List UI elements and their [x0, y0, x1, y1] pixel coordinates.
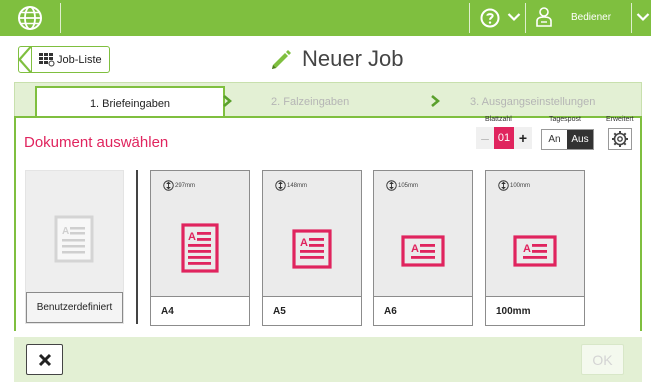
decrement-button[interactable]: –: [476, 127, 494, 149]
custom-document-label: Benutzerdefiniert: [36, 302, 113, 313]
chevron-right-icon: [223, 95, 232, 107]
back-arrow-icon: [18, 46, 32, 73]
tab-briefeingaben[interactable]: 1. Briefeingaben: [35, 86, 225, 118]
sheet-count-value: 01: [494, 127, 514, 149]
dimension-label: 100mm: [510, 183, 531, 189]
height-dimension-icon: [163, 180, 174, 191]
document-icon: A: [401, 235, 445, 267]
user-icon[interactable]: [535, 6, 553, 28]
svg-text:A: A: [411, 243, 419, 255]
tab-ausgangseinstellungen[interactable]: 3. Ausgangseinstellungen: [470, 96, 595, 108]
top-bar-divider: [60, 3, 61, 33]
sheet-count-stepper: – 01 +: [476, 127, 532, 149]
document-label: A6: [384, 306, 397, 317]
chevron-right-icon: [431, 95, 440, 107]
cancel-button[interactable]: [26, 344, 63, 375]
job-list-back-button[interactable]: Job-Liste: [18, 46, 110, 73]
chevron-down-icon[interactable]: [636, 12, 650, 22]
page-title: Neuer Job: [302, 46, 404, 71]
document-label: A4: [161, 306, 174, 317]
document-card-a4[interactable]: 297mm A A4: [150, 170, 250, 326]
document-label: 100mm: [496, 306, 531, 317]
sheet-count-label: Blattzahl: [485, 116, 512, 123]
dimension-label: 297mm: [175, 183, 196, 189]
steps-bar: 1. Briefeingaben 2. Falzeingaben 3. Ausg…: [14, 82, 642, 118]
document-label-box: 100mm: [485, 296, 585, 326]
tab-label: 1. Briefeingaben: [89, 98, 171, 110]
document-card-100mm[interactable]: 100mm A 100mm: [485, 170, 585, 326]
ok-button-label: OK: [592, 352, 613, 368]
height-dimension-icon: [275, 180, 286, 191]
increment-button[interactable]: +: [514, 127, 532, 149]
daily-mail-on-option[interactable]: An: [542, 130, 567, 149]
daily-mail-label: Tagespost: [549, 116, 581, 123]
daily-mail-off-option[interactable]: Aus: [567, 130, 593, 149]
svg-text:A: A: [188, 231, 196, 243]
document-icon: A: [513, 235, 557, 267]
dimension-label: 105mm: [398, 183, 419, 189]
top-bar: Bediener: [0, 0, 651, 36]
ok-button[interactable]: OK: [581, 344, 624, 375]
document-label-box: A4: [150, 296, 250, 326]
document-label-box: A5: [262, 296, 362, 326]
svg-text:A: A: [62, 226, 69, 237]
document-icon: A: [292, 229, 332, 269]
job-list-icon: [39, 53, 55, 67]
document-card-a6[interactable]: 105mm A A6: [373, 170, 473, 326]
daily-mail-toggle: An Aus: [541, 129, 594, 150]
custom-document-card[interactable]: A Benutzerdefiniert: [25, 170, 124, 324]
top-bar-divider: [469, 3, 470, 33]
top-bar-divider: [525, 3, 526, 33]
advanced-settings-button[interactable]: [608, 128, 632, 150]
height-dimension-icon: [498, 180, 509, 191]
document-label: A5: [273, 306, 286, 317]
top-bar-divider: [631, 3, 632, 33]
pencil-icon: [272, 50, 291, 69]
back-button-label: Job-Liste: [57, 54, 102, 66]
bottom-bar: OK: [14, 337, 642, 382]
svg-text:A: A: [523, 243, 531, 255]
document-card-a5[interactable]: 148mm A A5: [262, 170, 362, 326]
help-icon[interactable]: [480, 8, 500, 28]
document-label-box: A6: [373, 296, 473, 326]
svg-text:A: A: [300, 237, 308, 249]
close-icon: [38, 353, 52, 367]
tab-falzeingaben[interactable]: 2. Falzeingaben: [271, 96, 349, 108]
user-label[interactable]: Bediener: [571, 12, 611, 23]
advanced-label: Erweitert: [606, 116, 634, 123]
section-title: Dokument auswählen: [24, 134, 169, 151]
custom-document-label-box: Benutzerdefiniert: [26, 292, 123, 323]
vertical-divider: [136, 170, 138, 324]
globe-icon[interactable]: [17, 5, 43, 31]
dimension-label: 148mm: [287, 183, 308, 189]
height-dimension-icon: [386, 180, 397, 191]
gear-icon: [612, 131, 628, 147]
chevron-down-icon[interactable]: [507, 12, 521, 22]
document-icon: A: [54, 215, 94, 263]
document-icon: A: [181, 223, 219, 273]
